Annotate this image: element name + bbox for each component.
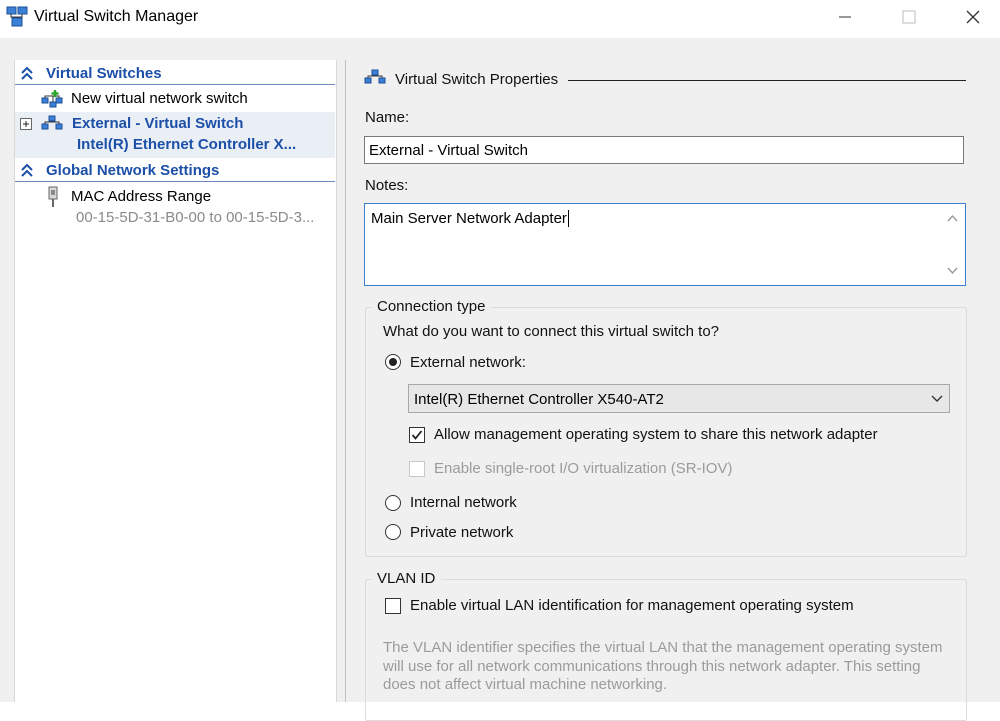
mac-range-value: 00-15-5D-31-B0-00 to 00-15-5D-3... — [76, 209, 315, 226]
switch-name-label: External - Virtual Switch — [72, 115, 244, 132]
sriov-label: Enable single-root I/O virtualization (S… — [434, 460, 733, 477]
switch-adapter-label: Intel(R) Ethernet Controller X... — [77, 136, 297, 153]
section-label-virtual-switches: Virtual Switches — [46, 65, 162, 82]
collapse-chevron-icon — [21, 66, 33, 80]
allow-mgmt-checkbox[interactable] — [409, 427, 425, 443]
adapter-dropdown[interactable]: Intel(R) Ethernet Controller X540-AT2 — [408, 384, 950, 413]
expand-icon[interactable] — [20, 118, 32, 130]
notes-text: Main Server Network Adapter — [371, 210, 567, 227]
internal-network-label: Internal network — [410, 494, 517, 511]
window-title: Virtual Switch Manager — [34, 8, 199, 25]
header-divider — [568, 80, 966, 81]
mac-range-label: MAC Address Range — [71, 188, 212, 205]
scroll-up-icon[interactable] — [947, 214, 958, 222]
switch-tree: Virtual Switches New virtual network swi… — [14, 60, 337, 702]
vlan-enable-label: Enable virtual LAN identification for ma… — [410, 597, 854, 614]
maximize-icon — [902, 10, 916, 24]
close-icon — [966, 10, 980, 24]
allow-mgmt-label: Allow management operating system to sha… — [434, 426, 878, 443]
network-switch-icon — [41, 115, 63, 130]
minimize-button[interactable] — [822, 0, 868, 34]
notes-textarea[interactable]: Main Server Network Adapter​ — [364, 203, 966, 286]
notes-label: Notes: — [365, 177, 409, 194]
tree-item-external-switch[interactable]: External - Virtual Switch Intel(R) Ether… — [15, 112, 335, 158]
scroll-down-icon[interactable] — [947, 267, 958, 275]
private-network-radio[interactable] — [385, 524, 401, 540]
text-cursor: ​ — [567, 210, 569, 227]
tree-item-label: New virtual network switch — [71, 90, 248, 107]
virtual-switch-manager-icon — [6, 6, 28, 27]
notes-scrollbar[interactable] — [940, 204, 965, 285]
connection-type-title: Connection type — [371, 298, 492, 315]
external-network-label: External network: — [410, 354, 526, 371]
checkmark-icon — [411, 430, 423, 440]
vlan-enable-checkbox[interactable] — [385, 598, 401, 614]
add-switch-icon — [41, 90, 63, 108]
name-input[interactable] — [364, 136, 964, 164]
connection-question: What do you want to connect this virtual… — [383, 323, 719, 340]
sriov-checkbox[interactable] — [409, 461, 425, 477]
maximize-button[interactable] — [886, 0, 932, 34]
collapse-chevron-icon — [21, 163, 33, 177]
title-bar: Virtual Switch Manager — [0, 0, 1000, 38]
tree-item-mac-address-range[interactable]: MAC Address Range 00-15-5D-31-B0-00 to 0… — [15, 184, 335, 230]
minimize-icon — [839, 16, 851, 18]
external-network-radio[interactable] — [385, 354, 401, 370]
name-label: Name: — [365, 109, 410, 126]
section-virtual-switches[interactable]: Virtual Switches — [15, 62, 335, 85]
close-button[interactable] — [950, 0, 996, 34]
properties-header: Virtual Switch Properties — [395, 71, 559, 88]
network-plug-icon — [48, 186, 58, 207]
vlan-title: VLAN ID — [371, 570, 442, 587]
vlan-description: The VLAN identifier specifies the virtua… — [383, 639, 943, 693]
private-network-label: Private network — [410, 524, 514, 541]
adapter-selected-value: Intel(R) Ethernet Controller X540-AT2 — [414, 391, 664, 408]
section-global-network-settings[interactable]: Global Network Settings — [15, 159, 335, 182]
chevron-down-icon — [931, 395, 943, 402]
section-label-global-settings: Global Network Settings — [46, 162, 220, 179]
network-switch-icon — [364, 69, 386, 84]
internal-network-radio[interactable] — [385, 495, 401, 511]
tree-item-new-switch[interactable]: New virtual network switch — [15, 87, 335, 111]
